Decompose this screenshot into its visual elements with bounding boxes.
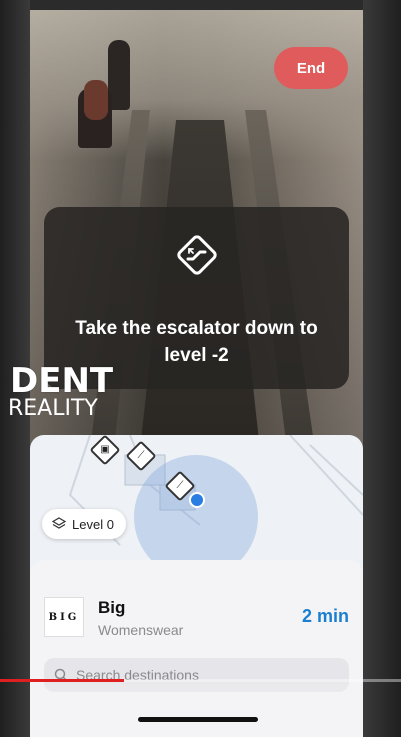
store-logo: BIG — [44, 597, 84, 637]
video-frame-right — [363, 0, 401, 737]
destination-card[interactable]: BIG Big Womenswear 2 min — [30, 570, 363, 660]
watermark-dent: DENT — [10, 361, 114, 401]
escalator-icon — [174, 232, 220, 278]
person-figure — [84, 80, 108, 120]
level-selector[interactable]: Level 0 — [42, 509, 126, 539]
layers-icon — [52, 517, 66, 529]
video-progress-fill — [0, 679, 125, 682]
watermark-reality: REALITY — [8, 396, 98, 421]
video-progress-bar[interactable] — [0, 679, 401, 682]
level-label: Level 0 — [72, 516, 114, 532]
map-view[interactable]: ▣ ⟋ ⟋ Level 0 — [30, 435, 363, 575]
destination-category: Womenswear — [98, 622, 184, 638]
store-logo-text: BIG — [48, 611, 80, 623]
user-location-icon — [189, 492, 205, 508]
eta-label: 2 min — [301, 606, 349, 626]
video-overlay — [30, 682, 363, 737]
end-button[interactable]: End — [274, 47, 348, 89]
location-accuracy-circle — [134, 455, 258, 575]
home-indicator — [138, 717, 258, 722]
destination-name: Big — [98, 598, 126, 617]
